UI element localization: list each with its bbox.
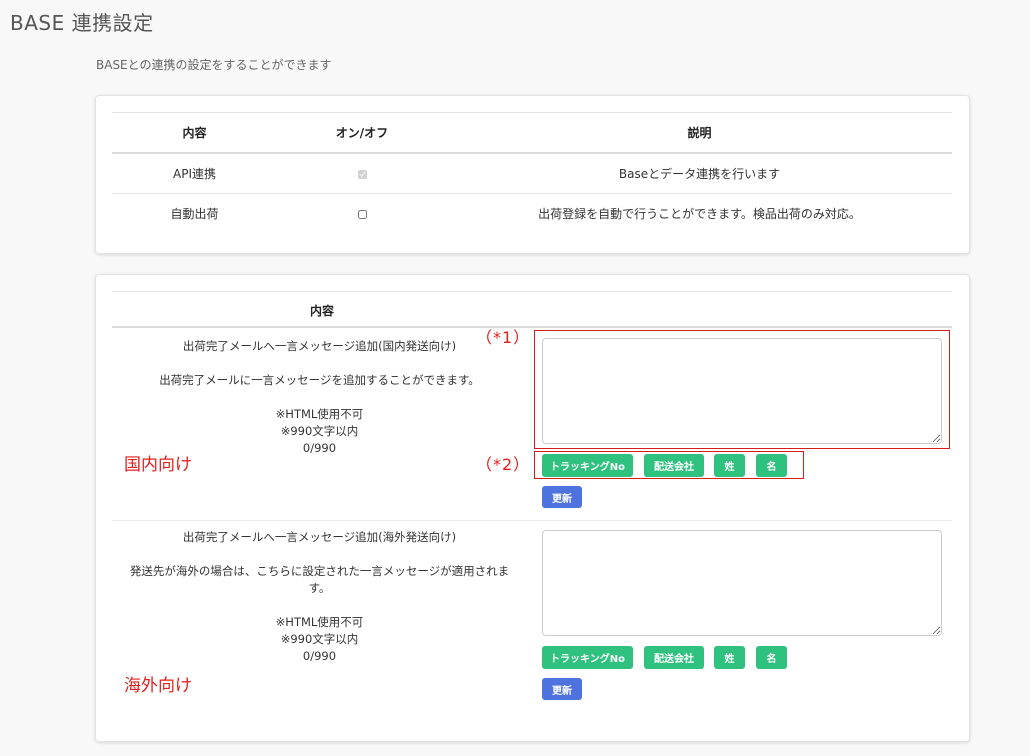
settings-table: 内容 オン/オフ 説明 API連携 Baseとデータ連携を行います 自動出荷 出… xyxy=(112,112,952,233)
overseas-update-button[interactable]: 更新 xyxy=(542,678,582,700)
overseas-message-row: 出荷完了メールへ一言メッセージ追加(海外発送向け) 発送先が海外の場合は、こちら… xyxy=(112,521,952,721)
api-integration-checkbox[interactable] xyxy=(357,169,367,179)
table-row: 自動出荷 出荷登録を自動で行うことができます。検品出荷のみ対応。 xyxy=(112,194,952,234)
setting-description: 出荷登録を自動で行うことができます。検品出荷のみ対応。 xyxy=(538,207,861,221)
message-table-header: 内容 xyxy=(112,291,952,328)
domestic-description-block: 出荷完了メールへ一言メッセージ追加(国内発送向け) 出荷完了メールに一言メッセー… xyxy=(122,338,517,457)
column-header-content: 内容 xyxy=(309,304,334,318)
auto-shipping-checkbox[interactable] xyxy=(357,209,367,219)
annotation-domestic-label: 国内向け xyxy=(124,455,192,475)
annotation-overseas-label: 海外向け xyxy=(124,676,192,696)
column-header-description: 説明 xyxy=(447,112,952,154)
char-limit-note: ※990文字以内 xyxy=(280,424,359,438)
setting-name: 自動出荷 xyxy=(170,207,219,221)
insert-last-name-button[interactable]: 姓 xyxy=(714,646,745,669)
overseas-description-block: 出荷完了メールへ一言メッセージ追加(海外発送向け) 発送先が海外の場合は、こちら… xyxy=(122,529,517,665)
annotation-box-tag-buttons xyxy=(534,451,804,479)
setting-description: Baseとデータ連携を行います xyxy=(447,153,952,194)
settings-table-header: 内容 オン/オフ 説明 xyxy=(112,112,952,154)
html-note: ※HTML使用不可 xyxy=(275,407,364,421)
char-counter: 0/990 xyxy=(302,649,337,663)
annotation-box-textarea xyxy=(534,330,950,449)
html-note: ※HTML使用不可 xyxy=(275,615,364,629)
annotation-note-2: （*2） xyxy=(476,455,531,474)
annotation-note-1: （*1） xyxy=(476,328,531,347)
insert-tracking-no-button[interactable]: トラッキングNo xyxy=(542,646,633,669)
column-header-content: 内容 xyxy=(112,112,277,154)
domestic-description: 出荷完了メールに一言メッセージを追加することができます。 xyxy=(159,373,480,387)
domestic-title: 出荷完了メールへ一言メッセージ追加(国内発送向け) xyxy=(182,339,457,353)
domestic-update-button[interactable]: 更新 xyxy=(542,486,582,508)
table-row: API連携 Baseとデータ連携を行います xyxy=(112,153,952,194)
page-subtitle: BASEとの連携の設定をすることができます xyxy=(96,58,332,72)
char-limit-note: ※990文字以内 xyxy=(280,632,359,646)
overseas-title: 出荷完了メールへ一言メッセージ追加(海外発送向け) xyxy=(182,530,457,544)
overseas-message-textarea[interactable] xyxy=(542,530,942,636)
setting-name: API連携 xyxy=(112,153,277,194)
page-title: BASE 連携設定 xyxy=(10,11,154,35)
insert-carrier-button[interactable]: 配送会社 xyxy=(644,646,704,669)
column-header-onoff: オン/オフ xyxy=(277,112,447,154)
overseas-description-line2: す。 xyxy=(308,581,331,595)
overseas-description-line1: 発送先が海外の場合は、こちらに設定された一言メッセージが適用されま xyxy=(129,564,510,578)
insert-first-name-button[interactable]: 名 xyxy=(756,646,787,669)
settings-card: 内容 オン/オフ 説明 API連携 Baseとデータ連携を行います 自動出荷 出… xyxy=(95,95,970,254)
